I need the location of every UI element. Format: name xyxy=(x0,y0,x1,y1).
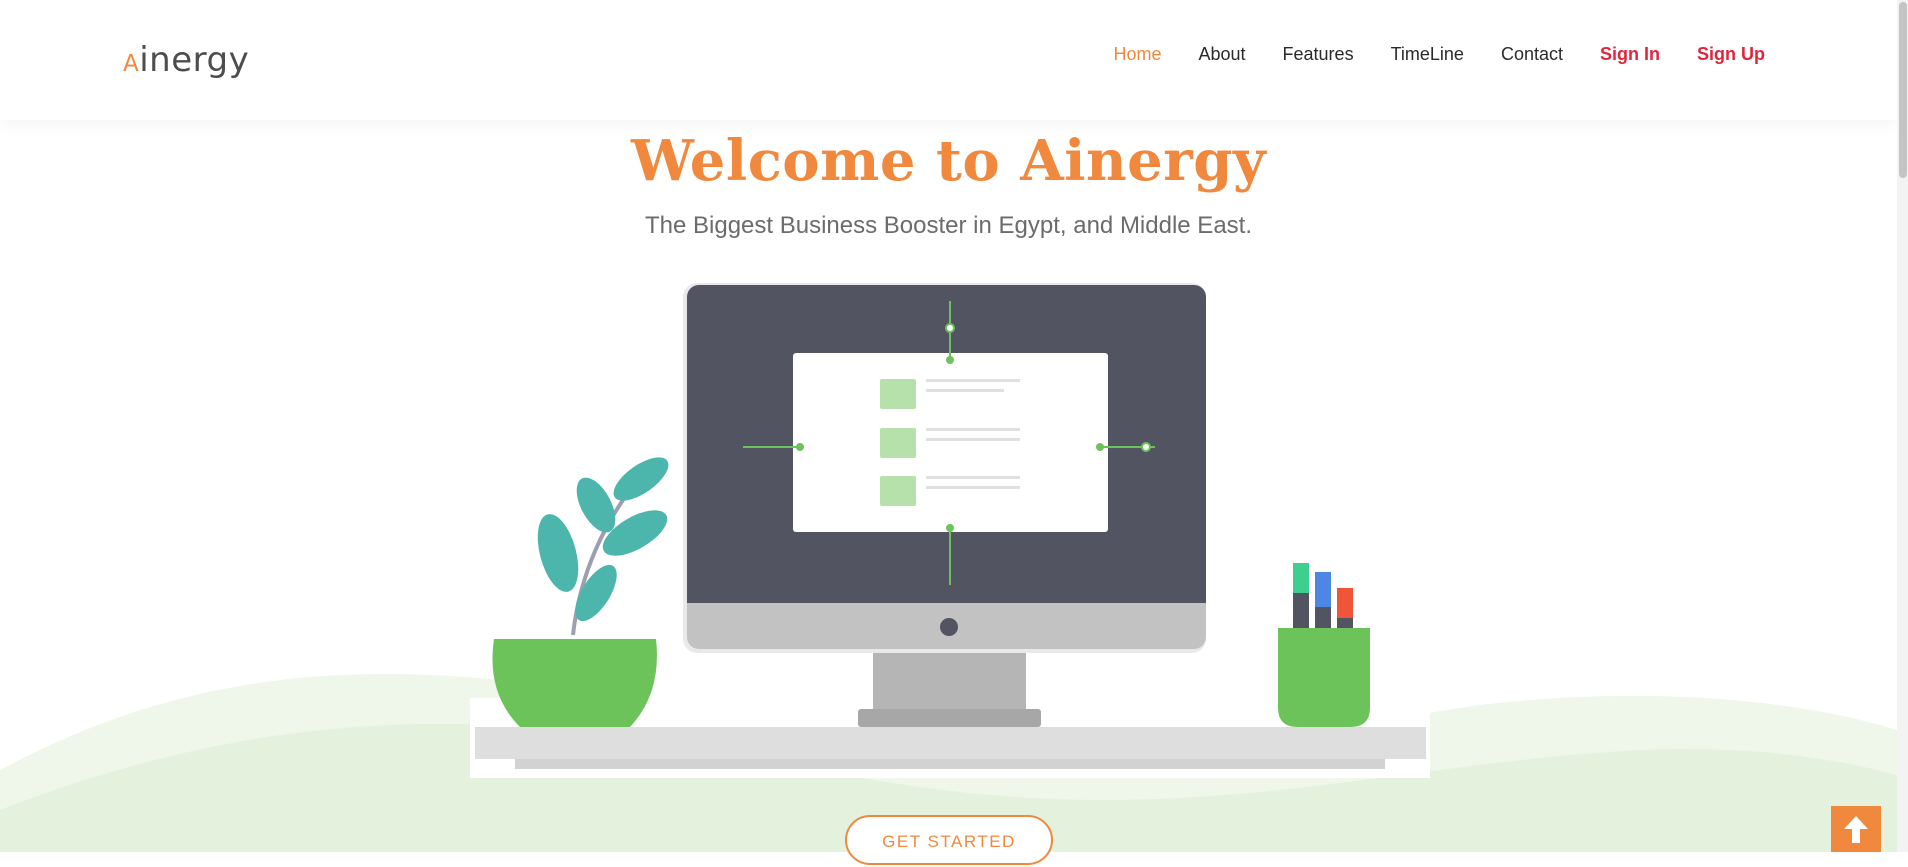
monitor-illustration xyxy=(683,283,1206,727)
desk-illustration xyxy=(475,727,1426,769)
arrow-up-icon xyxy=(1844,816,1868,843)
nav-features[interactable]: Features xyxy=(1283,44,1354,65)
nav-sign-in[interactable]: Sign In xyxy=(1600,44,1660,65)
logo-initial: A xyxy=(123,51,140,77)
hero-subtitle: The Biggest Business Booster in Egypt, a… xyxy=(645,212,1252,239)
nav-timeline[interactable]: TimeLine xyxy=(1391,44,1464,65)
site-header: Ainergy Home About Features TimeLine Con… xyxy=(0,0,1897,120)
plant-illustration xyxy=(492,457,669,727)
hero-illustration xyxy=(470,283,1430,778)
logo[interactable]: Ainergy xyxy=(123,40,249,80)
get-started-button[interactable]: GET STARTED xyxy=(845,815,1053,865)
nav-sign-up[interactable]: Sign Up xyxy=(1697,44,1765,65)
scrollbar-thumb[interactable] xyxy=(1899,2,1907,178)
nav-contact[interactable]: Contact xyxy=(1501,44,1563,65)
logo-text: inergy xyxy=(139,40,250,80)
hero-title: Welcome to Ainergy xyxy=(630,128,1267,194)
main-nav: Home About Features TimeLine Contact Sig… xyxy=(1113,44,1765,65)
pen-holder-illustration xyxy=(1278,563,1370,727)
page-scrollbar[interactable] xyxy=(1897,0,1908,852)
nav-home[interactable]: Home xyxy=(1113,44,1161,65)
back-to-top-button[interactable] xyxy=(1831,806,1881,852)
nav-about[interactable]: About xyxy=(1198,44,1245,65)
